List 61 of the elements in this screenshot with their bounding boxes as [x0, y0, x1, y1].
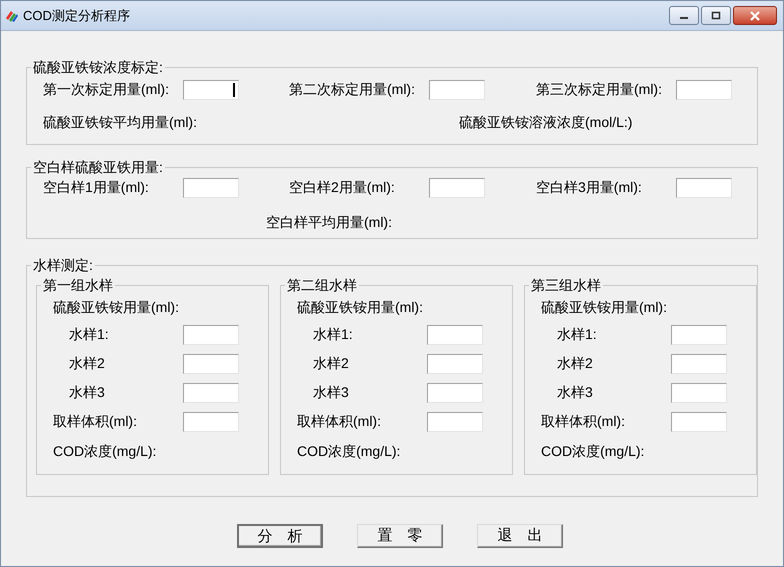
close-button[interactable]: [733, 6, 777, 25]
input-field[interactable]: [183, 178, 239, 198]
section-label: 硫酸亚铁铵用量(ml):: [53, 298, 180, 316]
input-field[interactable]: [427, 412, 483, 432]
result-label: 硫酸亚铁铵平均用量(ml):: [43, 113, 198, 132]
input-field[interactable]: [183, 354, 239, 374]
input-field[interactable]: [427, 324, 483, 344]
group-title: 水样测定:: [32, 257, 94, 273]
group-title: 第二组水样: [286, 277, 358, 293]
field-label: 水样1:: [557, 325, 598, 344]
field-label: 水样2: [69, 354, 106, 373]
result-label: 硫酸亚铁铵溶液浓度(mol/L:): [459, 113, 632, 132]
field-label: 空白样3用量(ml):: [536, 178, 643, 197]
input-field[interactable]: [676, 178, 732, 198]
result-label: COD浓度(mg/L):: [541, 442, 646, 460]
input-field[interactable]: [671, 354, 727, 374]
input-field[interactable]: [427, 354, 483, 374]
input-field[interactable]: [671, 412, 727, 432]
window-title: COD测定分析程序: [23, 6, 130, 25]
input-field[interactable]: [183, 324, 239, 344]
field-label: 取样体积(ml):: [53, 412, 138, 431]
input-field[interactable]: [671, 324, 727, 344]
field-label: 空白样1用量(ml):: [43, 178, 150, 197]
field-label: 取样体积(ml):: [297, 412, 382, 431]
field-label: 水样2: [557, 354, 594, 373]
field-label: 水样1:: [313, 325, 354, 344]
field-label: 水样3: [557, 383, 594, 402]
result-label: COD浓度(mg/L):: [297, 442, 402, 460]
field-label: 取样体积(ml):: [541, 412, 626, 431]
input-field[interactable]: [671, 382, 727, 402]
input-field[interactable]: [429, 80, 485, 100]
field-label: 水样3: [313, 383, 350, 402]
action-button[interactable]: 置 零: [357, 524, 443, 548]
input-field[interactable]: [183, 80, 239, 100]
field-label: 水样3: [69, 383, 106, 402]
result-label: COD浓度(mg/L):: [53, 442, 158, 460]
field-label: 空白样2用量(ml):: [289, 178, 396, 197]
input-field[interactable]: [427, 382, 483, 402]
field-label: 水样2: [313, 354, 350, 373]
field-label: 第三次标定用量(ml):: [536, 80, 663, 99]
section-label: 硫酸亚铁铵用量(ml):: [541, 298, 668, 316]
close-icon: [749, 10, 761, 20]
group-title: 硫酸亚铁铵浓度标定:: [32, 59, 164, 75]
maximize-button[interactable]: [701, 6, 731, 25]
group-title: 第三组水样: [530, 277, 602, 293]
minimize-button[interactable]: [669, 6, 699, 25]
app-icon: [5, 8, 19, 22]
result-label: 空白样平均用量(ml):: [266, 214, 392, 230]
input-field[interactable]: [183, 382, 239, 402]
group-title: 第一组水样: [42, 277, 114, 293]
input-field[interactable]: [183, 412, 239, 432]
field-label: 第二次标定用量(ml):: [289, 80, 416, 99]
field-label: 水样1:: [69, 325, 110, 344]
input-field[interactable]: [429, 178, 485, 198]
group-title: 空白样硫酸亚铁用量:: [32, 159, 164, 175]
section-label: 硫酸亚铁铵用量(ml):: [297, 298, 424, 316]
action-button[interactable]: 退 出: [477, 524, 563, 548]
action-button[interactable]: 分 析: [237, 524, 323, 548]
maximize-icon: [711, 11, 721, 20]
input-field[interactable]: [676, 80, 732, 100]
field-label: 第一次标定用量(ml):: [43, 80, 170, 99]
